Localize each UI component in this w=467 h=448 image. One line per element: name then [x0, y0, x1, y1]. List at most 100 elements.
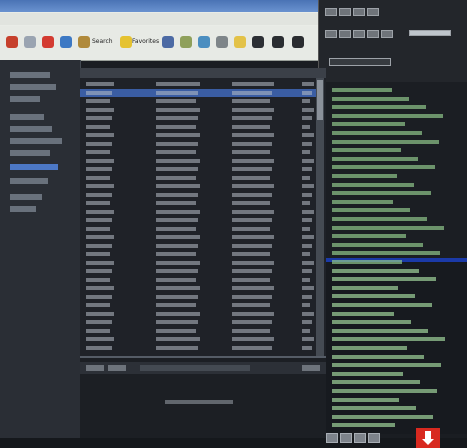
- list-item[interactable]: [332, 371, 403, 376]
- history-icon[interactable]: [180, 36, 192, 48]
- list-item[interactable]: [332, 217, 427, 221]
- table-row[interactable]: [80, 276, 320, 285]
- table-row[interactable]: [80, 174, 320, 183]
- list-item[interactable]: [332, 105, 426, 110]
- bottom-btn[interactable]: [302, 365, 320, 371]
- table-header[interactable]: [80, 68, 326, 78]
- browser-titlebar[interactable]: [0, 0, 318, 12]
- list-item[interactable]: [332, 199, 393, 204]
- discuss-icon[interactable]: [252, 36, 264, 48]
- nav-item-selected[interactable]: [10, 164, 58, 170]
- table-row[interactable]: [80, 106, 320, 115]
- table-row[interactable]: [80, 140, 320, 149]
- list-item[interactable]: [332, 122, 405, 127]
- list-item[interactable]: [332, 285, 398, 290]
- print-icon[interactable]: [216, 36, 228, 48]
- footer-btn[interactable]: [354, 433, 366, 443]
- table-row[interactable]: [80, 242, 320, 251]
- table-row[interactable]: [80, 267, 320, 276]
- table-row[interactable]: [80, 310, 320, 319]
- player-btn[interactable]: [353, 30, 365, 38]
- list-item[interactable]: [332, 234, 406, 239]
- table-row[interactable]: [80, 80, 320, 89]
- table-row[interactable]: [80, 157, 320, 166]
- table-row[interactable]: [80, 148, 320, 157]
- list-item[interactable]: [332, 397, 399, 402]
- footer-btn[interactable]: [368, 433, 380, 443]
- table-row[interactable]: [80, 250, 320, 259]
- list-item[interactable]: [332, 320, 411, 325]
- table-row[interactable]: [80, 88, 320, 97]
- list-item[interactable]: [332, 88, 392, 92]
- list-item[interactable]: [332, 113, 443, 118]
- list-item[interactable]: [332, 311, 394, 316]
- table-row[interactable]: [80, 97, 320, 106]
- list-item[interactable]: [332, 406, 416, 411]
- nav-item[interactable]: [10, 206, 36, 212]
- table-row[interactable]: [80, 114, 320, 123]
- player-btn[interactable]: [325, 8, 337, 16]
- player-btn[interactable]: [367, 30, 379, 38]
- list-item[interactable]: [332, 225, 444, 230]
- favorites-icon[interactable]: [120, 36, 132, 48]
- list-item[interactable]: [332, 208, 410, 213]
- list-item[interactable]: [332, 337, 445, 342]
- footer-btn[interactable]: [340, 433, 352, 443]
- list-item[interactable]: [332, 414, 433, 419]
- table-row[interactable]: [80, 191, 320, 200]
- nav-item[interactable]: [10, 114, 44, 120]
- nav-item[interactable]: [10, 178, 48, 184]
- browser-menubar[interactable]: [0, 13, 318, 25]
- list-item[interactable]: [332, 260, 402, 264]
- list-item[interactable]: [332, 423, 395, 428]
- player-stop-icon[interactable]: [339, 30, 351, 38]
- table-row[interactable]: [80, 131, 320, 140]
- messenger-icon[interactable]: [272, 36, 284, 48]
- search-button[interactable]: Search: [92, 38, 113, 45]
- nav-item[interactable]: [10, 126, 52, 132]
- nav-item[interactable]: [10, 150, 50, 156]
- home-icon[interactable]: [78, 36, 90, 48]
- table-row[interactable]: [80, 301, 320, 310]
- tools-icon[interactable]: [292, 36, 304, 48]
- table-row[interactable]: [80, 335, 320, 344]
- table-row[interactable]: [80, 284, 320, 293]
- list-item[interactable]: [332, 268, 419, 273]
- list-item[interactable]: [332, 165, 435, 170]
- table-row[interactable]: [80, 318, 320, 327]
- nav-item[interactable]: [10, 96, 40, 102]
- download-icon[interactable]: [416, 428, 440, 448]
- forward-icon[interactable]: [24, 36, 36, 48]
- list-item[interactable]: [332, 251, 440, 256]
- favorites-button[interactable]: Favorites: [132, 38, 159, 45]
- edit-icon[interactable]: [234, 36, 246, 48]
- table-row[interactable]: [80, 259, 320, 268]
- list-item[interactable]: [332, 148, 401, 153]
- list-item[interactable]: [332, 389, 437, 393]
- table-row[interactable]: [80, 123, 320, 132]
- table-row[interactable]: [80, 199, 320, 208]
- footer-btn[interactable]: [326, 433, 338, 443]
- table-row[interactable]: [80, 216, 320, 225]
- stop-icon[interactable]: [42, 36, 54, 48]
- table-row[interactable]: [80, 225, 320, 234]
- list-item[interactable]: [332, 131, 422, 135]
- player-btn[interactable]: [353, 8, 365, 16]
- list-item[interactable]: [332, 139, 439, 144]
- table-row[interactable]: [80, 327, 320, 336]
- player-play-icon[interactable]: [325, 30, 337, 38]
- nav-item[interactable]: [10, 194, 42, 200]
- table-row[interactable]: [80, 344, 320, 353]
- table-row[interactable]: [80, 293, 320, 302]
- list-item[interactable]: [332, 380, 420, 385]
- nav-item[interactable]: [10, 84, 56, 90]
- table-row[interactable]: [80, 208, 320, 217]
- refresh-icon[interactable]: [60, 36, 72, 48]
- list-item[interactable]: [332, 156, 418, 161]
- media-icon[interactable]: [162, 36, 174, 48]
- list-item[interactable]: [332, 182, 414, 187]
- list-item[interactable]: [332, 346, 407, 350]
- table-row[interactable]: [80, 233, 320, 242]
- player-btn[interactable]: [381, 30, 393, 38]
- player-seekbar[interactable]: [409, 30, 451, 36]
